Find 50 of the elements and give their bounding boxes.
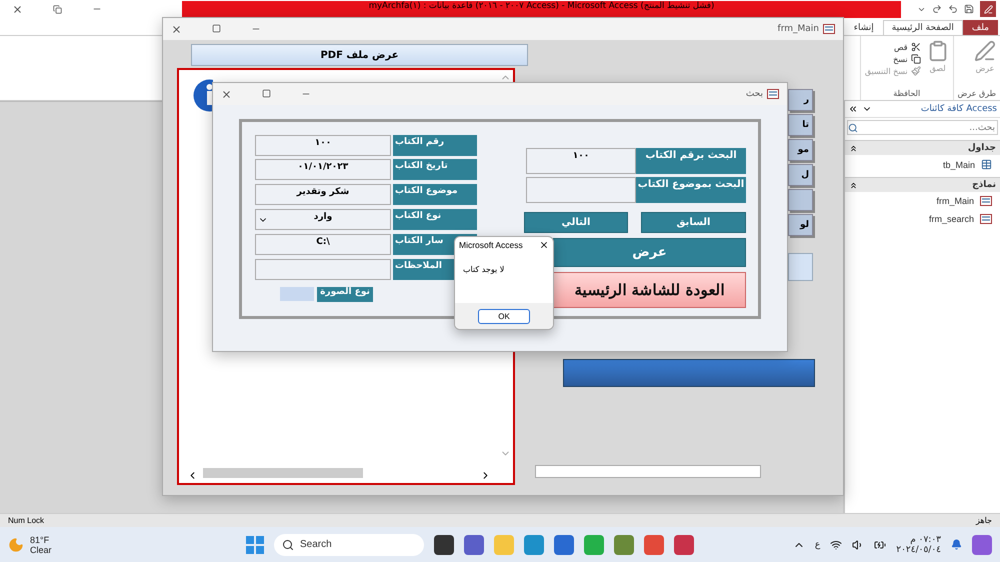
ribbon-tab[interactable]: إنشاء (844, 20, 883, 35)
weather-text: Clear (30, 544, 52, 554)
status-text: Num Lock (8, 516, 44, 525)
previous-button[interactable]: السابق (641, 212, 746, 233)
field-label: رقم الكتاب (393, 135, 477, 156)
text-field[interactable]: شكر وتقدير (255, 184, 391, 205)
language-indicator[interactable]: ع (814, 540, 820, 550)
next-button[interactable]: التالي (524, 212, 628, 233)
field-label: موضوع الكتاب (393, 184, 477, 205)
field-label: تاريخ الكتاب (393, 159, 477, 180)
ribbon-button[interactable]: قص (864, 42, 921, 52)
ribbon-button[interactable]: نسخ (864, 54, 921, 64)
field-label: نوع الكتاب (393, 209, 477, 230)
window-title: (فشل تنشيط المنتج) Microsoft Access - (Access ٢٠٠٧ - ٢٠١٦) قاعدة بيانات : (١)myArchfa (368, 0, 714, 10)
group-label: نماذج (972, 180, 996, 190)
status-text: جاهز (976, 516, 992, 525)
ribbon-tab[interactable]: الصفحة الرئيسية (882, 20, 963, 35)
taskbar-search[interactable]: Search (274, 534, 424, 556)
search-field[interactable]: بحث... (847, 120, 998, 135)
form-button[interactable]: مو (788, 139, 813, 161)
pane-title: كافة كائنات Access (920, 104, 997, 114)
text-field[interactable]: C:\ (255, 234, 391, 255)
nav-item[interactable]: tb_Main (845, 155, 1000, 174)
form-button[interactable]: تا (788, 114, 813, 136)
ribbon-tab[interactable]: ملف (962, 20, 998, 35)
group-header[interactable]: جداول (845, 140, 1000, 155)
text-field[interactable]: ١٠٠ (255, 135, 391, 156)
window-title: frm_Main (778, 24, 835, 34)
field-label: البحث بموضوع الكتاب (636, 177, 746, 203)
text-field[interactable]: ٠١/٠١/٢٠٢٣ (255, 159, 391, 180)
back-button[interactable]: العودة للشاشة الرئيسية (553, 272, 746, 308)
window-title: بحث (746, 89, 779, 99)
combo-box[interactable]: وارد (255, 209, 391, 230)
field-label: البحث برقم الكتاب (636, 148, 746, 174)
group-header[interactable]: نماذج (845, 177, 1000, 192)
clock[interactable]: ٠٧:٠٣ م ٢٠٢٤/٠٥/٠٤ (896, 534, 941, 554)
search-field[interactable]: ١٠٠ (526, 148, 636, 174)
group-label: جداول (968, 143, 996, 153)
form-button[interactable]: لو (788, 214, 813, 236)
nav-item[interactable]: frm_Main (845, 192, 1000, 210)
show-button[interactable]: عرض (553, 238, 746, 267)
form-button[interactable]: ل (788, 164, 813, 186)
group-label: الحافظة (892, 89, 922, 98)
form-button[interactable]: ر (788, 89, 813, 111)
pdf-button[interactable]: عرض ملف PDF (191, 44, 528, 66)
temperature: 81°F (30, 534, 50, 544)
group-label: طرق عرض (958, 89, 996, 98)
nav-item[interactable]: frm_search (845, 210, 1000, 228)
ok-button[interactable]: OK (478, 308, 530, 324)
field-label: نوع الصورة (317, 287, 373, 302)
